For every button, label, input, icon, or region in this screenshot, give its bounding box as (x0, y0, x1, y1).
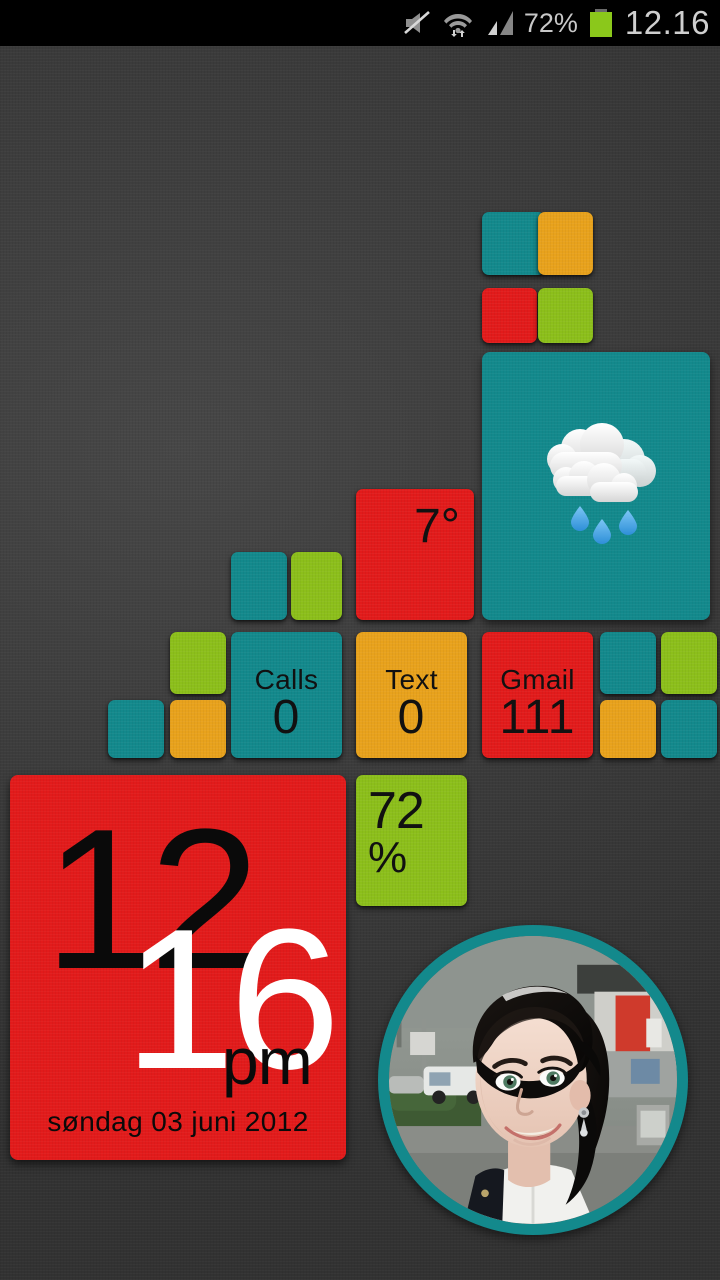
decor-tile[interactable] (170, 632, 226, 694)
decor-tile[interactable] (538, 288, 593, 343)
home-screen: 72% 12.16 7° Calls 0 Text 0 Gmail 111 72… (0, 0, 720, 1280)
decor-tile[interactable] (661, 700, 717, 758)
battery-unit: % (368, 833, 407, 882)
decor-tile[interactable] (661, 632, 717, 694)
battery-value: 72 (368, 782, 425, 840)
status-time: 12.16 (624, 4, 710, 41)
weather-tile[interactable] (482, 352, 710, 620)
decor-tile[interactable] (170, 700, 226, 758)
text-tile[interactable]: Text 0 (356, 632, 467, 758)
signal-icon (483, 9, 515, 37)
decor-tile[interactable] (600, 632, 656, 694)
contact-photo (389, 936, 677, 1224)
contact-photo-widget[interactable] (378, 925, 688, 1235)
decor-tile[interactable] (231, 552, 287, 620)
temperature-value: 7° (414, 500, 460, 553)
rain-cloud-icon (532, 414, 662, 544)
gmail-tile[interactable]: Gmail 111 (482, 632, 593, 758)
status-bar: 72% 12.16 (0, 0, 720, 46)
text-count: 0 (397, 691, 426, 744)
mute-icon (403, 10, 433, 36)
calls-tile[interactable]: Calls 0 (231, 632, 342, 758)
decor-tile[interactable] (291, 552, 342, 620)
clock-tile[interactable]: 12 16 pm søndag 03 juni 2012 (10, 775, 346, 1160)
gmail-count: 111 (499, 691, 576, 744)
decor-tile[interactable] (482, 288, 537, 343)
decor-tile[interactable] (538, 212, 593, 275)
temperature-tile[interactable]: 7° (356, 489, 474, 620)
decor-tile[interactable] (482, 212, 545, 275)
wifi-icon (443, 9, 473, 37)
battery-percent: 72% (523, 7, 578, 38)
battery-icon (588, 8, 614, 38)
battery-tile[interactable]: 72 % (356, 775, 467, 906)
decor-tile[interactable] (600, 700, 656, 758)
clock-date: søndag 03 juni 2012 (47, 1106, 309, 1137)
decor-tile[interactable] (108, 700, 164, 758)
clock-meridiem: pm (222, 1024, 313, 1098)
calls-count: 0 (272, 691, 301, 744)
